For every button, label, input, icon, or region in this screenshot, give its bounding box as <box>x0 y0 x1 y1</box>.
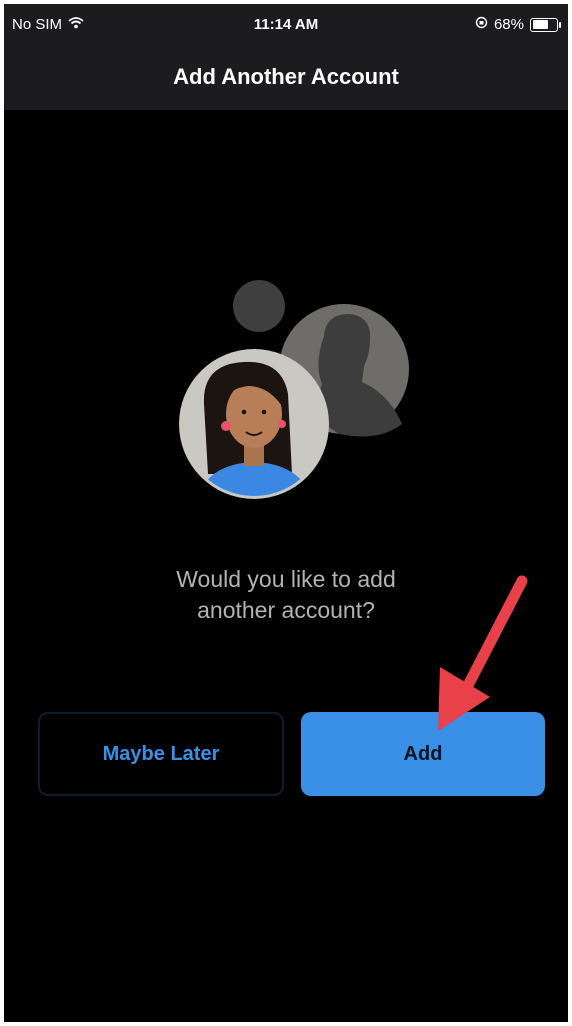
navigation-bar: Add Another Account <box>4 44 568 110</box>
add-label: Add <box>403 742 443 765</box>
battery-fill <box>532 20 549 29</box>
status-right: 68% <box>475 16 561 33</box>
battery-cap <box>559 21 561 28</box>
battery-icon <box>530 17 561 32</box>
annotation-arrow-icon <box>438 575 528 731</box>
page-title: Add Another Account <box>173 64 399 89</box>
maybe-later-button[interactable]: Maybe Later <box>38 712 284 796</box>
maybe-later-label: Maybe Later <box>102 742 220 765</box>
orientation-lock-icon <box>475 16 488 33</box>
app-screen: No SIM 11:14 AM 68% Add Another Account … <box>4 4 568 1022</box>
woman-avatar-icon <box>179 349 329 499</box>
battery-percent: 68% <box>493 16 524 33</box>
status-bar: No SIM 11:14 AM 68% <box>4 4 568 44</box>
accounts-illustration <box>179 280 409 499</box>
small-dot-icon <box>233 280 285 332</box>
